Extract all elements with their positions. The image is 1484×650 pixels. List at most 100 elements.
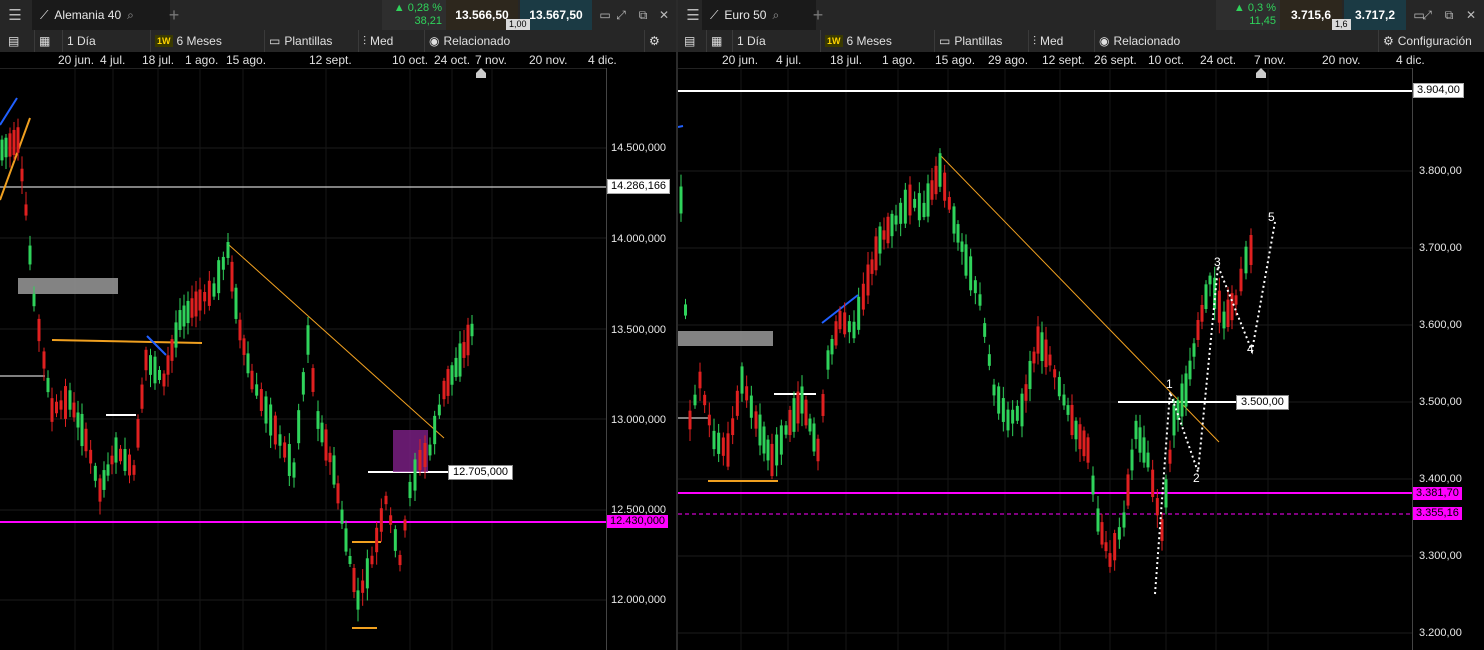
candle-body [462,342,466,358]
candle-body [1188,360,1192,380]
candle-body [149,355,152,375]
candle-body [72,402,76,418]
candle-body [1074,420,1078,440]
candle-body [348,555,352,565]
price-chart[interactable] [678,0,1484,650]
candle-body [0,139,4,161]
candle-body [930,180,934,200]
candle-body [779,425,783,455]
candle-body [943,172,947,201]
candle-body [1230,293,1234,321]
candle-body [132,465,136,475]
candle-body [800,386,804,414]
candle-body [264,396,268,424]
candle-body [408,481,412,499]
candle-body [866,264,870,296]
zone-box[interactable] [18,278,118,294]
candle-body [1138,427,1142,453]
candle-body [178,310,182,330]
candle-body [306,325,310,355]
price-axis[interactable]: 14.500,000 14.000,000 13.500,000 13.000,… [606,68,676,650]
candle-body [775,434,779,466]
candle-body [98,478,102,502]
candle-body [398,554,402,566]
candle-body [882,230,886,240]
candle-body [922,202,926,218]
candle-body [59,400,63,410]
candle-body [886,216,890,244]
candle-body [190,298,194,318]
candle-body [978,294,982,306]
price-chart[interactable] [0,0,676,650]
candle-body [12,129,16,156]
y-tick-label: 3.500,00 [1419,396,1462,408]
candle-body [1062,394,1066,406]
candle-body [788,409,792,436]
candle-body [238,319,242,341]
candle-body [1200,304,1204,322]
candle-body [123,449,127,471]
candle-body [1053,369,1057,378]
candle-body [1126,474,1130,506]
candle-body [230,261,234,292]
candle-body [1217,290,1221,323]
y-tick-label: 14.500,000 [611,142,667,154]
candle-body [76,412,80,428]
trend-line-blue[interactable] [146,335,167,356]
candle-body [847,321,851,333]
zone-box[interactable] [393,430,428,472]
candle-body [1168,449,1172,464]
candle-body [446,369,450,396]
resistance-tag: 14.286,166 [607,179,671,194]
candle-body [1151,469,1155,497]
candle-body [423,443,427,467]
candle-body [365,558,369,589]
candle-body [42,351,46,369]
trend-line-blue[interactable] [678,125,684,128]
trend-line[interactable] [939,154,1220,443]
y-tick-label: 13.000,000 [611,414,667,426]
candle-body [726,433,730,467]
candle-body [170,339,174,361]
support-tag: 3.381,70 [1413,487,1462,500]
candle-body [1164,479,1168,508]
candle-body [450,365,454,385]
wave-label: 1 [1166,377,1173,391]
candle-body [973,280,977,294]
support-tag: 12.430,000 [607,515,669,528]
y-tick-label: 12.000,000 [611,594,667,606]
candle-body [242,338,246,355]
candle-body [857,296,861,330]
candle-body [1024,384,1028,401]
candle-body [1048,354,1052,366]
candle-body [320,422,324,443]
level-tag: 3.500,00 [1236,395,1289,410]
candle-body [1020,393,1024,427]
candle-body [1134,420,1138,440]
candle-body [68,390,72,410]
candle-body [428,444,432,456]
candle-body [379,508,383,532]
candle-body [1226,299,1230,328]
candle-body [960,241,964,252]
wave-label: 4 [1247,342,1254,356]
candle-body [903,189,907,224]
candle-body [162,373,166,387]
zone-box[interactable] [678,331,773,346]
candle-body [287,444,291,476]
candle-body [226,242,230,258]
candle-body [913,198,917,208]
top-tag: 3.904,00 [1413,83,1464,98]
candle-body [64,386,67,419]
price-axis[interactable]: 3.800,00 3.700,00 3.600,00 3.500,00 3.40… [1412,68,1484,650]
candle-body [332,455,336,485]
candle-body [1078,424,1082,450]
candle-body [816,438,820,462]
candle-body [740,366,744,394]
candle-body [328,452,332,463]
candle-body [102,470,106,490]
trend-line-blue[interactable] [0,97,18,126]
candle-body [712,430,716,450]
candle-body [24,204,28,216]
candle-body [50,398,54,422]
